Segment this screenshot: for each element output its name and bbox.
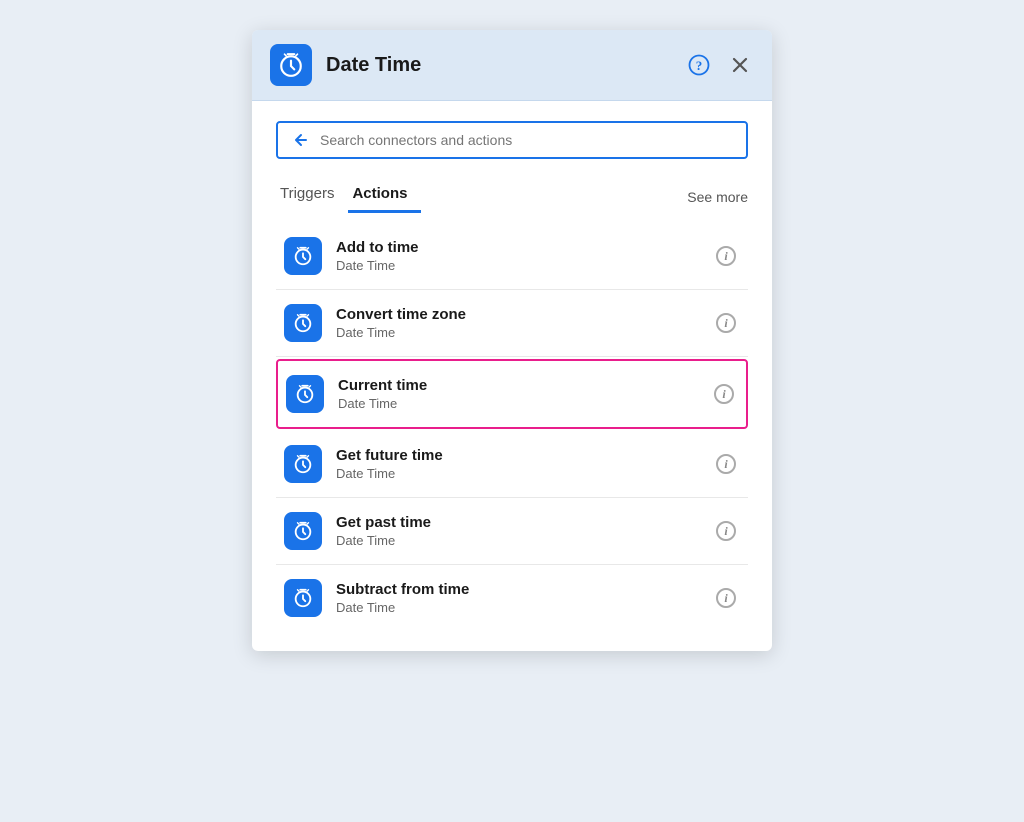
action-name: Convert time zone: [336, 306, 712, 323]
svg-text:?: ?: [696, 58, 703, 73]
info-button-subtract-from-time[interactable]: i: [712, 584, 740, 612]
action-list: Add to time Date Time i: [276, 223, 748, 631]
header-actions: ?: [684, 50, 754, 80]
action-text-add-to-time: Add to time Date Time: [336, 239, 712, 273]
action-text-current-time: Current time Date Time: [338, 377, 710, 411]
action-name: Add to time: [336, 239, 712, 256]
action-text-get-past-time: Get past time Date Time: [336, 514, 712, 548]
action-text-get-future-time: Get future time Date Time: [336, 447, 712, 481]
info-button-get-future-time[interactable]: i: [712, 450, 740, 478]
action-connector: Date Time: [336, 533, 712, 548]
action-connector: Date Time: [336, 600, 712, 615]
action-icon-subtract-from-time: [284, 579, 322, 617]
panel-title: Date Time: [326, 54, 684, 77]
panel-body: Triggers Actions See more: [252, 101, 772, 651]
clock-icon: [278, 52, 304, 78]
action-item-convert-time-zone[interactable]: Convert time zone Date Time i: [276, 290, 748, 357]
action-connector: Date Time: [336, 258, 712, 273]
info-circle-icon: i: [714, 384, 734, 404]
info-circle-icon: i: [716, 588, 736, 608]
tabs: Triggers Actions: [276, 181, 687, 213]
see-more-button[interactable]: See more: [687, 189, 748, 205]
action-connector: Date Time: [338, 396, 710, 411]
info-circle-icon: i: [716, 521, 736, 541]
clock-icon: [292, 520, 314, 542]
action-icon-convert-time-zone: [284, 304, 322, 342]
help-button[interactable]: ?: [684, 50, 714, 80]
info-button-get-past-time[interactable]: i: [712, 517, 740, 545]
panel-header: Date Time ?: [252, 30, 772, 101]
action-icon-add-to-time: [284, 237, 322, 275]
info-circle-icon: i: [716, 454, 736, 474]
info-circle-icon: i: [716, 313, 736, 333]
action-icon-get-past-time: [284, 512, 322, 550]
action-name: Subtract from time: [336, 581, 712, 598]
info-button-current-time[interactable]: i: [710, 380, 738, 408]
info-button-add-to-time[interactable]: i: [712, 242, 740, 270]
search-bar: [276, 121, 748, 159]
help-icon: ?: [688, 54, 710, 76]
clock-icon: [292, 312, 314, 334]
tabs-row: Triggers Actions See more: [276, 181, 748, 213]
back-arrow-icon: [292, 131, 310, 149]
tab-actions[interactable]: Actions: [348, 181, 421, 213]
action-text-convert-time-zone: Convert time zone Date Time: [336, 306, 712, 340]
date-time-panel: Date Time ?: [252, 30, 772, 651]
action-name: Get future time: [336, 447, 712, 464]
search-input[interactable]: [320, 132, 732, 148]
connector-icon: [270, 44, 312, 86]
info-circle-icon: i: [716, 246, 736, 266]
action-name: Current time: [338, 377, 710, 394]
clock-icon: [292, 245, 314, 267]
action-name: Get past time: [336, 514, 712, 531]
action-item-get-past-time[interactable]: Get past time Date Time i: [276, 498, 748, 565]
close-icon: [730, 55, 750, 75]
action-item-subtract-from-time[interactable]: Subtract from time Date Time i: [276, 565, 748, 631]
action-item-add-to-time[interactable]: Add to time Date Time i: [276, 223, 748, 290]
clock-icon: [294, 383, 316, 405]
action-icon-current-time: [286, 375, 324, 413]
close-button[interactable]: [726, 51, 754, 79]
tab-triggers[interactable]: Triggers: [276, 181, 348, 213]
action-item-current-time[interactable]: Current time Date Time i: [276, 359, 748, 429]
action-text-subtract-from-time: Subtract from time Date Time: [336, 581, 712, 615]
clock-icon: [292, 453, 314, 475]
info-button-convert-time-zone[interactable]: i: [712, 309, 740, 337]
action-connector: Date Time: [336, 466, 712, 481]
action-connector: Date Time: [336, 325, 712, 340]
search-back-button[interactable]: [292, 131, 310, 149]
clock-icon: [292, 587, 314, 609]
action-item-get-future-time[interactable]: Get future time Date Time i: [276, 431, 748, 498]
action-icon-get-future-time: [284, 445, 322, 483]
